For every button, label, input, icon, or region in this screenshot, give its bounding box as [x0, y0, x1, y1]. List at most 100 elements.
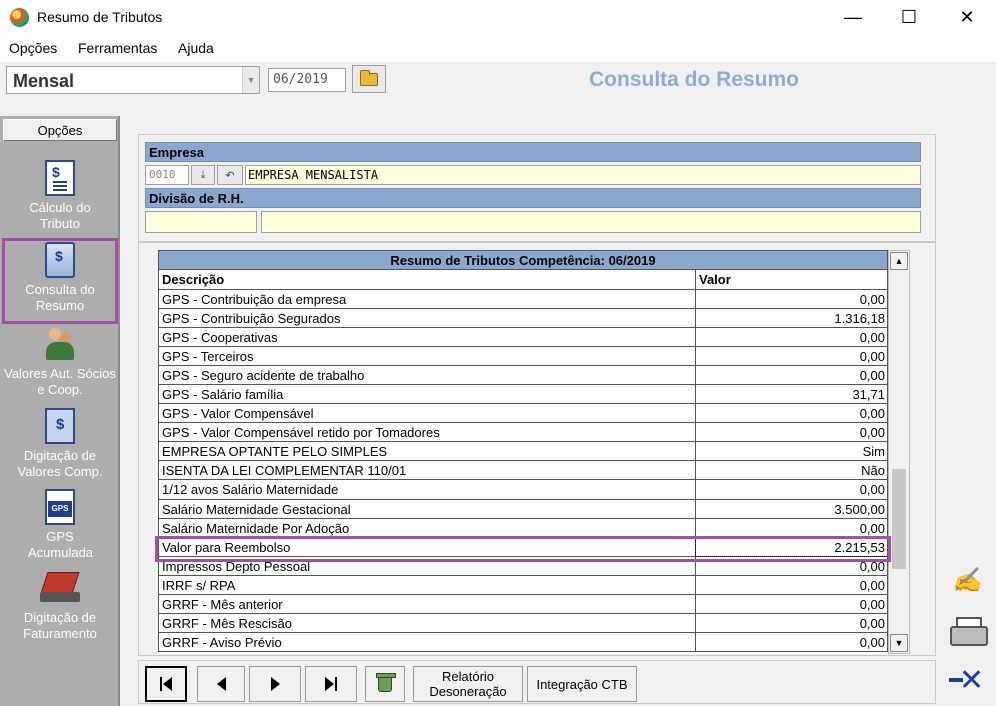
row-description: GPS - Seguro acidente de trabalho — [162, 368, 365, 384]
sidebar-item-valores-aut[interactable]: Valores Aut. Sócios e Coop. — [0, 326, 120, 398]
table-row[interactable]: EMPRESA OPTANTE PELO SIMPLES Sim — [158, 442, 888, 462]
minimize-button[interactable]: — — [830, 0, 876, 34]
row-description: GRRF - Mês Rescisão — [162, 615, 293, 631]
table-row[interactable]: IRRF s/ RPA 0,00 — [158, 575, 888, 595]
table-row[interactable]: Valor para Reembolso 2.215,53 — [158, 536, 889, 557]
last-icon — [325, 677, 337, 691]
integration-ctb-button[interactable]: Integração CTB — [527, 666, 637, 702]
table-row[interactable]: ISENTA DA LEI COMPLEMENTAR 110/01 Não — [158, 461, 888, 481]
table-row[interactable]: GRRF - Aviso Prévio 0,00 — [158, 632, 888, 652]
row-description: GPS - Valor Compensável — [162, 406, 314, 422]
table-row[interactable]: GPS - Valor Compensável retido por Tomad… — [158, 423, 888, 443]
navigation-bar: Relatório Desoneração Integração CTB — [138, 660, 936, 704]
sidebar-item-label: Consulta do Resumo — [25, 282, 95, 313]
signature-icon[interactable]: ✍ — [942, 560, 992, 600]
row-value: 0,00 — [859, 558, 885, 574]
download-icon[interactable]: ⤓ — [191, 165, 215, 185]
grid-header-row: Descrição Valor — [158, 270, 888, 290]
period-type-value: Mensal — [13, 71, 75, 91]
previous-icon — [216, 677, 226, 691]
column-header-valor: Valor — [699, 272, 731, 287]
last-record-button[interactable] — [305, 666, 357, 702]
company-panel: Empresa 0010 ⤓ ↶ EMPRESA MENSALISTA Divi… — [138, 134, 936, 242]
open-folder-button[interactable] — [352, 65, 386, 93]
column-header-descricao: Descrição — [162, 272, 225, 287]
row-description: GPS - Valor Compensável retido por Tomad… — [162, 425, 440, 441]
row-value: Não — [861, 463, 885, 479]
row-value: 0,00 — [859, 520, 885, 536]
sidebar-item-calculo[interactable]: Cálculo do Tributo — [0, 160, 120, 232]
table-row[interactable]: GPS - Seguro acidente de trabalho 0,00 — [158, 366, 888, 386]
exit-icon: ✕ — [949, 663, 985, 698]
row-value: 0,00 — [859, 368, 885, 384]
row-value: 0,00 — [859, 615, 885, 631]
divisao-label: Divisão de R.H. — [145, 188, 921, 208]
title-bar: Resumo de Tributos — ☐ ✕ — [0, 0, 996, 34]
calc-tribute-icon — [45, 160, 75, 196]
print-button[interactable] — [942, 610, 992, 650]
grid-scrollbar[interactable]: ▲ ▼ — [888, 250, 910, 654]
recycle-bin-icon — [376, 673, 396, 692]
first-icon — [160, 677, 172, 691]
table-row[interactable]: 1/12 avos Salário Maternidade 0,00 — [158, 480, 888, 500]
table-row[interactable]: GPS - Cooperativas 0,00 — [158, 328, 888, 348]
main-area: Empresa 0010 ⤓ ↶ EMPRESA MENSALISTA Divi… — [124, 116, 996, 706]
divisao-name-field[interactable] — [261, 211, 921, 233]
previous-record-button[interactable] — [197, 666, 245, 702]
close-button[interactable]: ✕ — [944, 0, 990, 34]
row-value: 0,00 — [859, 482, 885, 498]
sidebar-item-label: GPS Acumulada — [28, 529, 94, 560]
sidebar-item-faturamento[interactable]: Digitação de Faturamento — [0, 570, 120, 642]
table-row[interactable]: GPS - Contribuição Segurados 1.316,18 — [158, 309, 888, 329]
sidebar-item-gps[interactable]: GPS Acumulada — [0, 489, 120, 561]
row-description: IRRF s/ RPA — [162, 577, 236, 593]
menu-ajuda[interactable]: Ajuda — [178, 40, 214, 56]
divisao-code-input[interactable] — [145, 211, 257, 233]
row-value: 0,00 — [859, 425, 885, 441]
menu-ferramentas[interactable]: Ferramentas — [78, 40, 157, 56]
exit-button[interactable]: ✕ — [942, 660, 992, 700]
undo-icon[interactable]: ↶ — [217, 165, 243, 185]
row-description: EMPRESA OPTANTE PELO SIMPLES — [162, 444, 388, 460]
consult-summary-icon — [45, 242, 75, 278]
row-description: GPS - Contribuição Segurados — [162, 311, 341, 327]
row-description: GRRF - Aviso Prévio — [162, 634, 282, 650]
options-sidebar: Opções Cálculo do Tributo Consulta do Re… — [0, 116, 120, 706]
first-record-button[interactable] — [145, 666, 187, 702]
menu-opcoes[interactable]: Opções — [9, 40, 57, 56]
table-row[interactable]: GPS - Valor Compensável 0,00 — [158, 404, 888, 424]
row-description: 1/12 avos Salário Maternidade — [162, 482, 339, 498]
empresa-code-input[interactable]: 0010 — [145, 165, 189, 185]
empresa-name-field[interactable]: EMPRESA MENSALISTA — [245, 165, 921, 185]
billing-entry-icon — [40, 570, 80, 606]
grid-body: GPS - Contribuição da empresa 0,00 GPS - C… — [158, 290, 889, 652]
table-row[interactable]: GRRF - Mês Rescisão 0,00 — [158, 613, 888, 633]
row-description: GPS - Salário família — [162, 387, 284, 403]
table-row[interactable]: Salário Maternidade Gestacional 3.500,00 — [158, 499, 888, 519]
table-row[interactable]: GPS - Salário família 31,71 — [158, 385, 888, 405]
scroll-thumb[interactable] — [892, 469, 906, 569]
sidebar-item-digitacao-valores[interactable]: Digitação de Valores Comp. — [0, 408, 120, 480]
delete-button[interactable] — [365, 666, 405, 702]
sidebar-item-consulta[interactable]: Consulta do Resumo — [0, 242, 120, 314]
report-desoneracao-button[interactable]: Relatório Desoneração — [413, 666, 523, 702]
table-row[interactable]: GRRF - Mês anterior 0,00 — [158, 594, 888, 614]
maximize-button[interactable]: ☐ — [886, 0, 932, 34]
scroll-up-icon[interactable]: ▲ — [890, 252, 908, 270]
folder-icon — [360, 69, 378, 86]
sidebar-item-label: Digitação de Valores Comp. — [17, 448, 103, 479]
table-row[interactable]: GPS - Contribuição da empresa 0,00 — [158, 290, 888, 310]
row-value: 0,00 — [859, 406, 885, 422]
row-description: Valor para Reembolso — [162, 539, 291, 555]
tributes-grid: Resumo de Tributos Competência: 06/2019 … — [158, 250, 910, 654]
table-row[interactable]: Impressos Depto Pessoal 0,00 — [158, 556, 888, 576]
scroll-down-icon[interactable]: ▼ — [890, 634, 908, 652]
period-type-select[interactable]: Mensal ▼ — [6, 66, 260, 94]
app-icon — [10, 8, 29, 27]
table-row[interactable]: GPS - Terceiros 0,00 — [158, 347, 888, 367]
table-row[interactable]: Salário Maternidade Por Adoção 0,00 — [158, 518, 888, 538]
next-record-button[interactable] — [249, 666, 301, 702]
competence-input[interactable]: 06/2019 — [268, 68, 346, 92]
chevron-down-icon[interactable]: ▼ — [242, 67, 259, 93]
row-value: 0,00 — [859, 596, 885, 612]
